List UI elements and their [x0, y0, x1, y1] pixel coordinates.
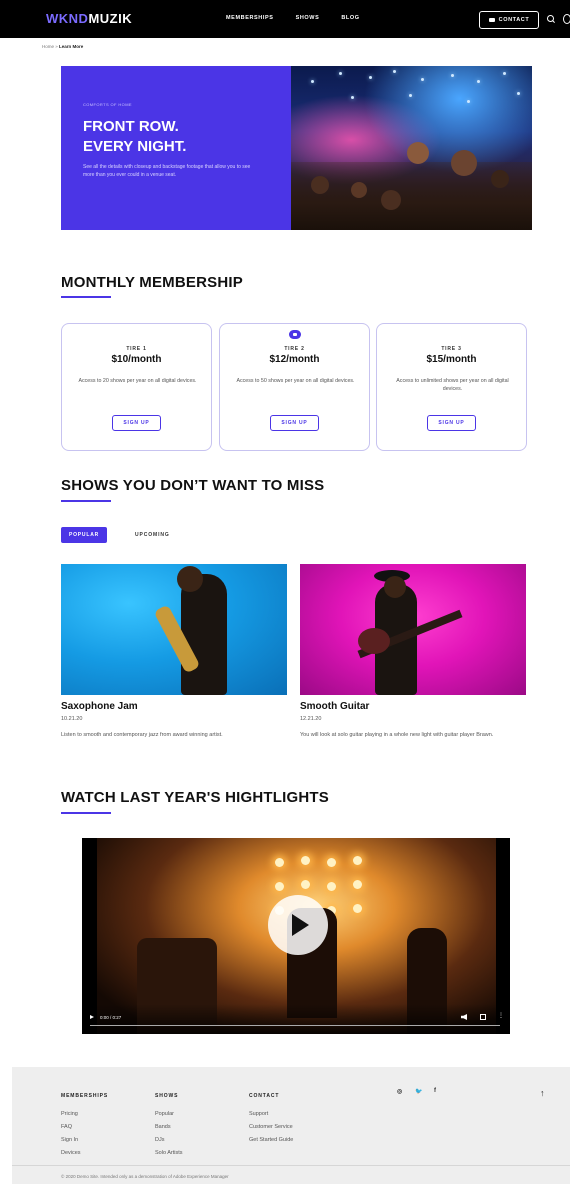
footer-column-memberships: MEMBERSHIPS Pricing FAQ Sign In Devices — [61, 1093, 108, 1160]
tier-label: TIRE 3 — [441, 346, 462, 352]
video-play-icon[interactable] — [90, 1015, 94, 1019]
footer-divider — [12, 1165, 570, 1166]
footer-copyright: © 2020 Demo Site. Intended only as a dem… — [61, 1174, 229, 1179]
footer-link[interactable]: FAQ — [61, 1121, 108, 1134]
hero-title-line1: FRONT ROW. — [83, 118, 179, 135]
sign-up-button-tier-3[interactable]: SIGN UP — [427, 415, 476, 431]
more-options-icon[interactable]: ⋮ — [498, 1012, 504, 1019]
footer-link[interactable]: DJs — [155, 1134, 183, 1147]
footer-heading: SHOWS — [155, 1093, 179, 1099]
nav-link-shows[interactable]: SHOWS — [296, 15, 320, 21]
nav-link-blog[interactable]: BLOG — [341, 15, 359, 21]
footer-link[interactable]: Devices — [61, 1147, 108, 1160]
tier-price: $10/month — [111, 354, 162, 365]
show-title-1[interactable]: Saxophone Jam — [61, 701, 138, 712]
facebook-icon[interactable]: f — [434, 1088, 436, 1094]
footer-link[interactable]: Solo Artists — [155, 1147, 183, 1160]
footer-link[interactable]: Customer Service — [249, 1121, 293, 1134]
contact-label: CONTACT — [498, 17, 530, 23]
sign-up-button-tier-1[interactable]: SIGN UP — [112, 415, 161, 431]
tier-card-2: TIRE 2 $12/month Access to 50 shows per … — [219, 323, 370, 451]
hero-title-line2: EVERY NIGHT. — [83, 138, 187, 155]
hero-banner: COMFORTS OF HOME FRONT ROW. EVERY NIGHT.… — [61, 66, 532, 230]
membership-title: MONTHLY MEMBERSHIP — [61, 274, 243, 291]
tier-card-1: TIRE 1 $10/month Access to 20 shows per … — [61, 323, 212, 451]
video-progress-track[interactable] — [90, 1025, 500, 1026]
show-date-1: 10.21.20 — [61, 716, 83, 722]
show-description-1: Listen to smooth and contemporary jazz f… — [61, 732, 223, 738]
tier-label: TIRE 2 — [284, 346, 305, 352]
footer-column-shows: SHOWS Popular Bands DJs Solo Artists — [155, 1093, 183, 1160]
hero-title: FRONT ROW. EVERY NIGHT. — [83, 117, 186, 157]
breadcrumb-current: Learn More — [59, 44, 84, 49]
footer-link[interactable]: Sign In — [61, 1134, 108, 1147]
tier-price: $12/month — [269, 354, 320, 365]
membership-underline — [61, 296, 111, 298]
tier-description: Access to 20 shows per year on all digit… — [78, 378, 197, 384]
video-controls — [82, 1004, 510, 1034]
tier-label: TIRE 1 — [126, 346, 147, 352]
nav-link-memberships[interactable]: MEMBERSHIPS — [226, 15, 274, 21]
show-description-2: You will look at solo guitar playing in … — [300, 732, 494, 738]
instagram-icon[interactable]: ◎ — [397, 1088, 402, 1095]
shows-title: SHOWS YOU DON’T WANT TO MISS — [61, 477, 325, 494]
footer-heading: CONTACT — [249, 1093, 280, 1099]
nav-links: MEMBERSHIPS SHOWS BLOG — [226, 15, 360, 21]
highlights-title: WATCH LAST YEAR'S HIGHTLIGHTS — [61, 789, 329, 806]
mail-icon — [488, 18, 495, 22]
top-nav: WKNDMUZIK MEMBERSHIPS SHOWS BLOG CONTACT — [0, 0, 570, 38]
footer-link[interactable]: Support — [249, 1108, 293, 1121]
tier-description: Access to unlimited shows per year on al… — [396, 378, 509, 392]
tab-upcoming[interactable]: UPCOMING — [135, 532, 170, 538]
twitter-icon[interactable]: 🐦 — [415, 1088, 422, 1095]
globe-icon[interactable] — [563, 14, 570, 24]
video-time: 0:00 / 0:27 — [100, 1015, 122, 1020]
footer-link[interactable]: Popular — [155, 1108, 183, 1121]
sign-up-button-tier-2[interactable]: SIGN UP — [270, 415, 319, 431]
tier-description: Access to 50 shows per year on all digit… — [236, 378, 355, 384]
footer-column-contact: CONTACT Support Customer Service Get Sta… — [249, 1093, 293, 1147]
show-title-2[interactable]: Smooth Guitar — [300, 701, 369, 712]
footer-heading: MEMBERSHIPS — [61, 1093, 109, 1099]
tab-popular[interactable]: POPULAR — [61, 527, 107, 543]
guitar-show-image[interactable] — [300, 564, 526, 695]
show-date-2: 12.21.20 — [300, 716, 322, 722]
footer-link[interactable]: Pricing — [61, 1108, 108, 1121]
logo-part-b: MUZIK — [88, 11, 133, 26]
contact-button[interactable]: CONTACT — [479, 11, 539, 29]
tier-price: $15/month — [426, 354, 477, 365]
footer-link[interactable]: Get Started Guide — [249, 1134, 293, 1147]
highlights-underline — [61, 812, 111, 814]
breadcrumb-home[interactable]: Home — [42, 44, 54, 49]
shows-underline — [61, 500, 111, 502]
fullscreen-icon[interactable] — [480, 1014, 486, 1020]
hero-panel: COMFORTS OF HOME FRONT ROW. EVERY NIGHT.… — [61, 66, 291, 230]
tier-card-3: TIRE 3 $15/month Access to unlimited sho… — [376, 323, 527, 451]
logo-part-a: WKND — [46, 11, 89, 26]
breadcrumb: Home » Learn More — [42, 44, 83, 49]
hero-concert-image — [291, 66, 532, 230]
play-button[interactable] — [268, 895, 328, 955]
logo[interactable]: WKNDMUZIK — [46, 11, 132, 26]
saxophone-show-image[interactable] — [61, 564, 287, 695]
popular-badge-icon — [289, 330, 301, 339]
search-icon[interactable] — [547, 15, 555, 23]
footer-link[interactable]: Bands — [155, 1121, 183, 1134]
hero-kicker: COMFORTS OF HOME — [83, 102, 132, 107]
hero-description: See all the details with closeup and bac… — [83, 164, 251, 178]
back-to-top-icon[interactable]: ↑ — [540, 1088, 545, 1098]
